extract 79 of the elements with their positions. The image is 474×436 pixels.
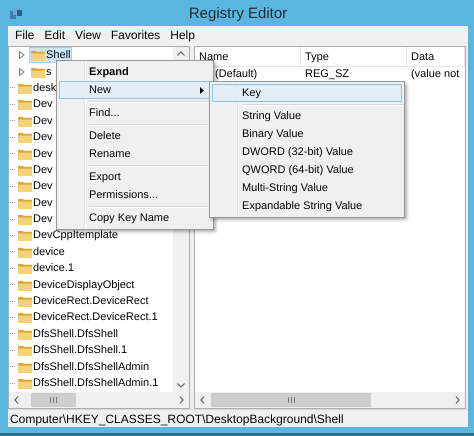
folder-icon [18,262,32,274]
folder-icon [18,377,32,389]
submenu-arrow-icon [200,87,204,94]
scrollbar-thumb[interactable] [211,393,371,407]
expand-arrow-icon[interactable] [19,51,25,60]
tree-item[interactable]: DfsShell.DfsShellAdmin [16,358,152,375]
menu-item[interactable]: Multi-String Value [212,179,402,197]
folder-icon [18,114,32,127]
menu-item[interactable]: String Value [212,107,402,125]
tree-item[interactable]: DfsShell.DfsShell.1 [16,342,130,358]
menu-bar-item[interactable]: View [70,28,106,42]
folder-icon [18,131,32,144]
menu-item[interactable]: Expandable String Value [212,197,402,215]
tree-item[interactable]: desk [16,80,58,96]
expand-arrow-icon[interactable] [19,68,25,76]
tree-item[interactable]: DevCppItemplate [16,227,120,244]
value-data: (value not [410,68,460,80]
folder-icon [18,328,32,340]
tree-item[interactable]: Dev [16,178,55,194]
tree-item[interactable]: device [16,244,67,260]
tree-item[interactable]: DeviceRect.DeviceRect.1 [16,309,160,326]
horizontal-scrollbar[interactable] [9,392,189,408]
tree-item[interactable]: Shell [29,47,72,64]
folder-icon [18,344,32,356]
menu-bar-item[interactable]: File [10,28,40,42]
menu-item[interactable]: Copy Key Name [59,209,211,227]
menu-item[interactable]: Find... [59,104,211,122]
tree-item[interactable]: Dev [16,162,55,178]
folder-icon [18,148,32,160]
grip-icon [50,397,57,403]
column-header[interactable]: Type [301,47,407,66]
tree-item[interactable]: Dev [16,211,55,228]
tree-item[interactable]: DfsShell.DfsShell [16,326,120,342]
tree-item[interactable]: Dev [16,96,55,112]
menu-item[interactable]: Delete [59,127,211,145]
tree-item[interactable]: s [29,64,54,80]
tree-item[interactable]: Dev [16,112,55,129]
folder-icon [31,49,45,62]
menu-item[interactable]: Export [59,168,211,186]
menu-item[interactable]: Key [212,84,402,102]
menu-item[interactable]: Permissions... [59,186,211,204]
grip-icon [288,397,294,403]
menu-item[interactable]: Binary Value [212,125,402,143]
scrollbar-thumb[interactable] [31,393,76,407]
folder-icon [18,98,32,110]
window-title: Registry Editor [188,4,288,22]
value-type: REG_SZ [304,68,350,80]
menu-bar-item[interactable]: Help [165,28,200,42]
horizontal-scrollbar[interactable] [195,392,465,408]
column-header[interactable]: Data [407,47,465,66]
menu-item[interactable]: DWORD (32-bit) Value [212,143,402,161]
folder-icon [18,213,32,226]
folder-icon [18,311,32,324]
value-name: (Default) [214,68,258,80]
tree-item[interactable]: DfsShell.DfsShellAdmin.1 [16,375,160,391]
folder-icon [18,360,32,373]
folder-icon [31,66,45,78]
folder-icon [18,246,32,258]
menu-bar-item[interactable]: Edit [39,28,70,42]
status-bar: Computer\HKEY_CLASSES_ROOT\DesktopBackground\Shell [8,409,468,427]
menu-bar-item[interactable]: Favorites [106,28,166,42]
folder-icon [18,82,32,94]
folder-icon [18,164,32,176]
folder-icon [18,295,32,308]
folder-icon [18,278,32,291]
tree-item[interactable]: Dev [16,146,55,162]
menu-item[interactable]: Expand [59,63,211,81]
menu-item[interactable]: QWORD (64-bit) Value [212,161,402,179]
tree-item[interactable]: DeviceDisplayObject [16,276,136,293]
menu-item[interactable]: Rename [59,145,211,163]
menu-item[interactable]: New [59,81,211,99]
folder-icon [18,180,32,192]
tree-item[interactable]: Dev [16,194,55,211]
folder-icon [18,196,32,209]
tree-item[interactable]: device.1 [16,260,76,276]
tree-item[interactable]: Dev [16,129,55,146]
app-icon [8,5,24,21]
tree-item[interactable]: DeviceRect.DeviceRect [16,293,151,310]
folder-icon [18,229,32,242]
